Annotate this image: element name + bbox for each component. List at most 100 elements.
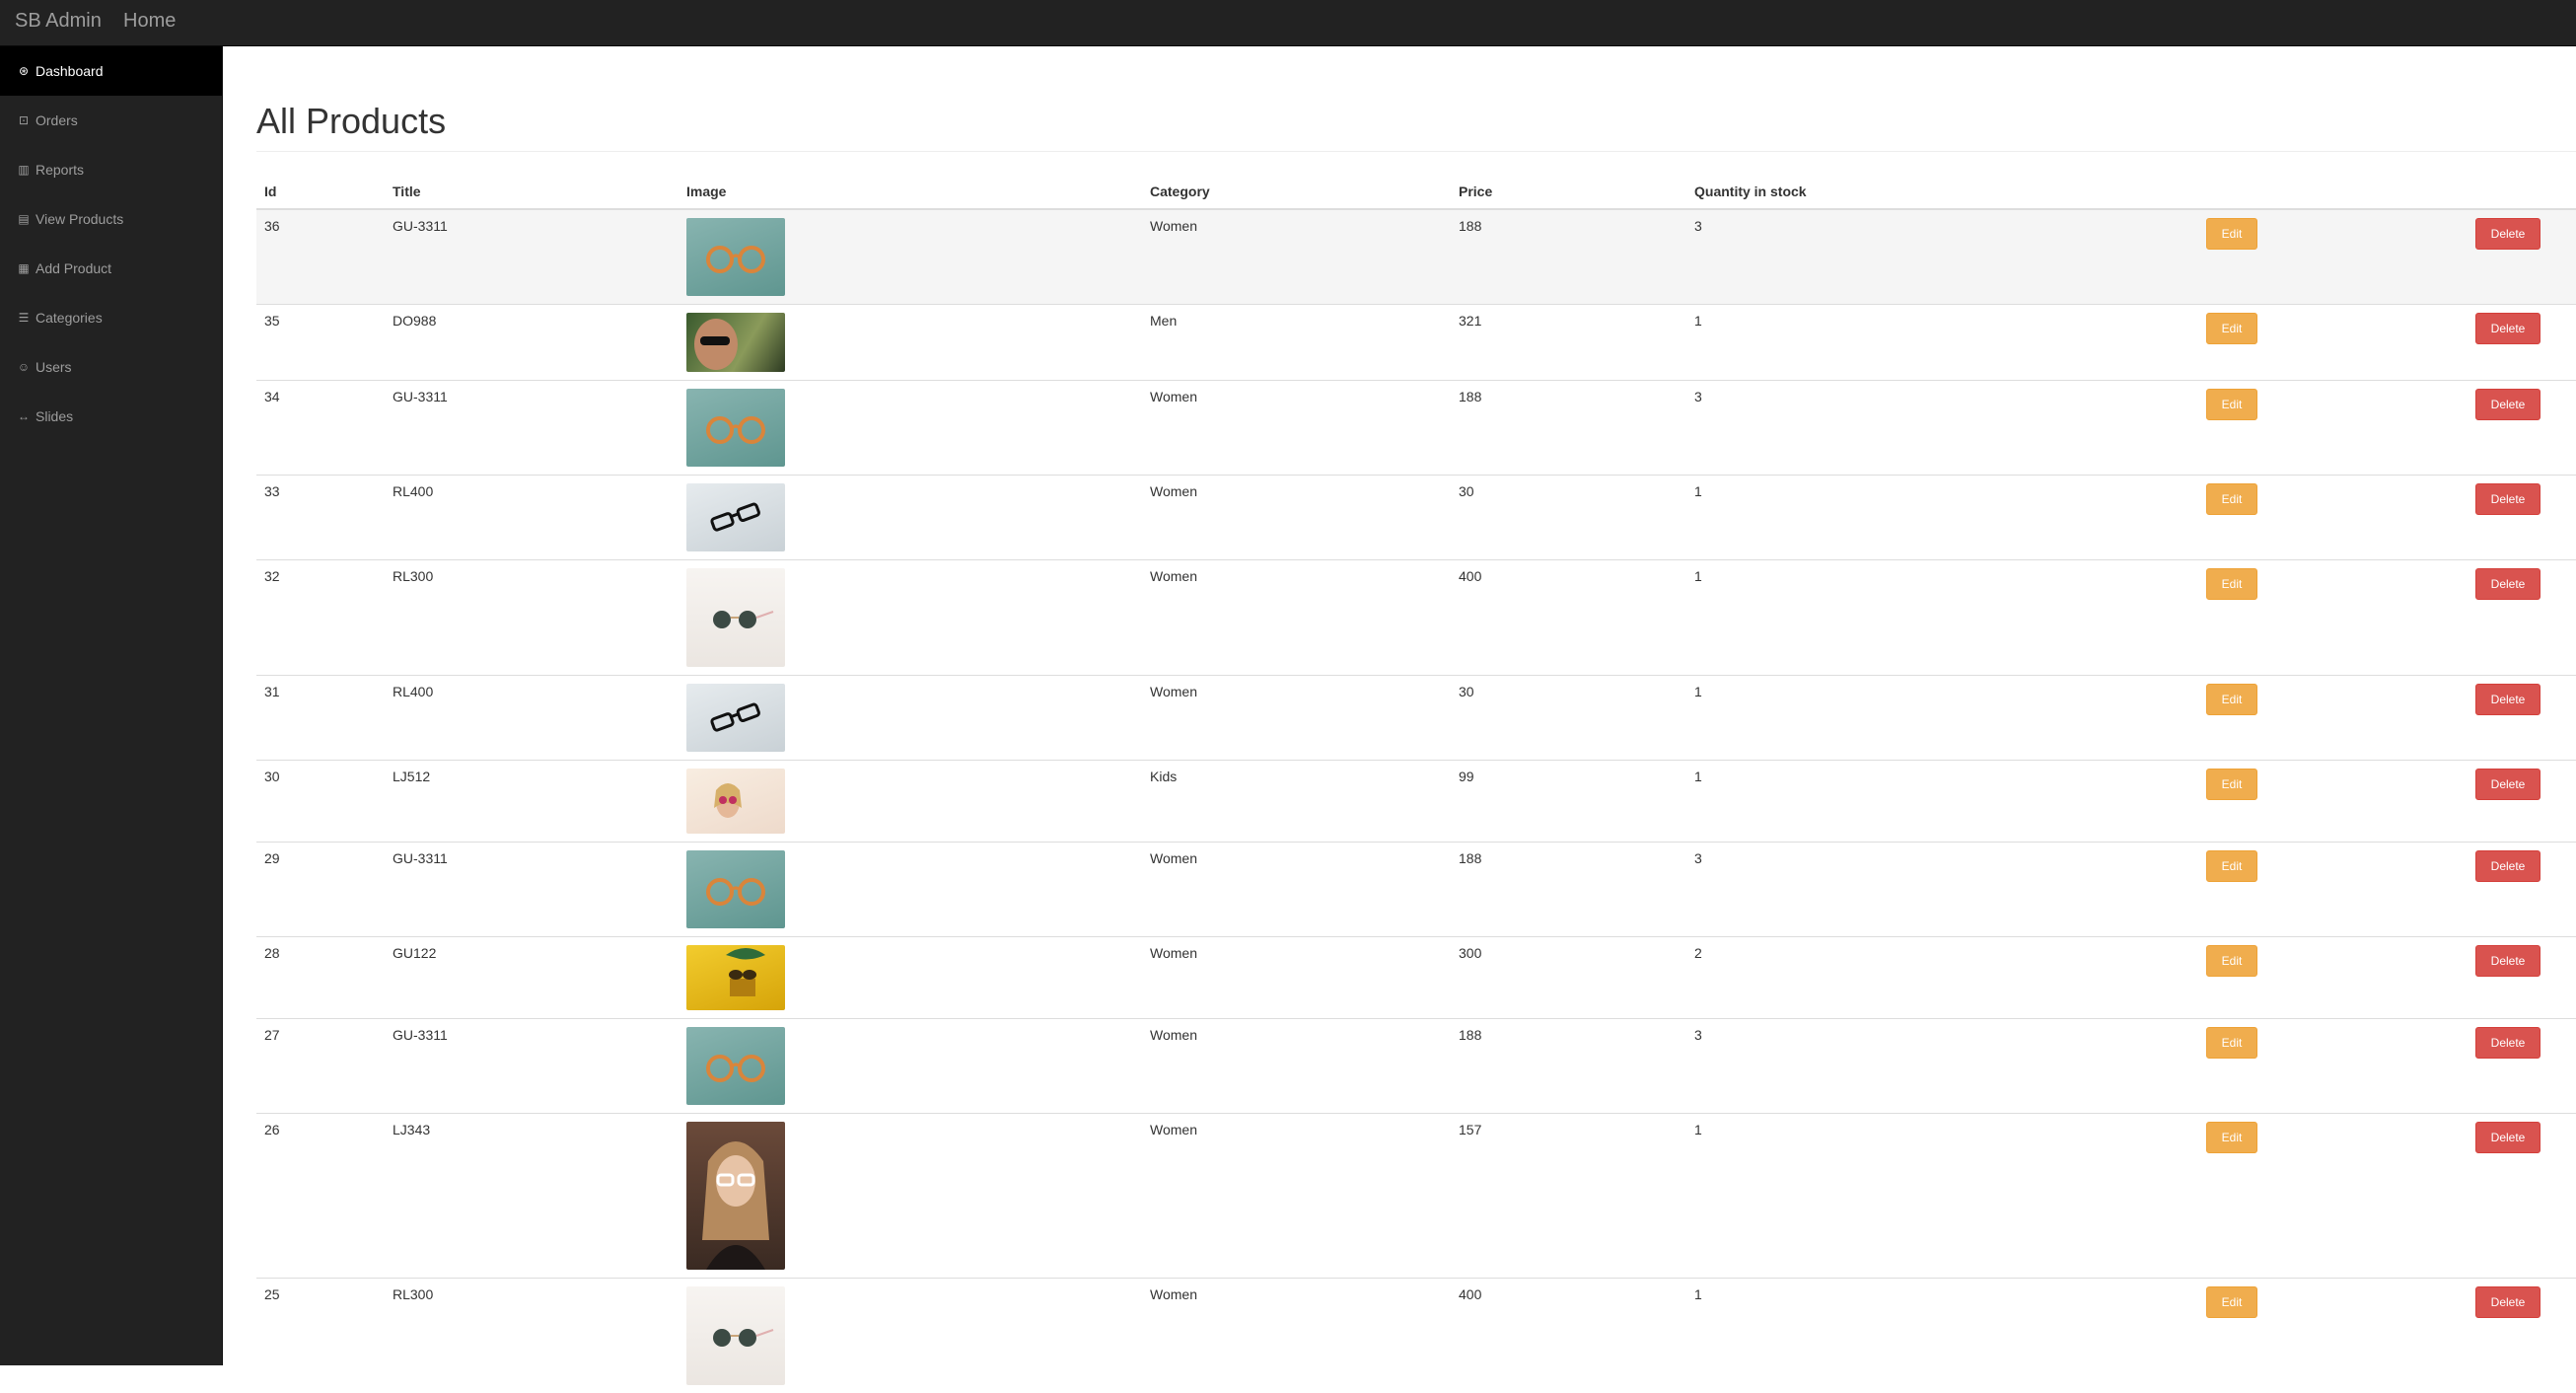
cell-qty: 3 [1686,1019,2198,1114]
cell-delete: Delete [2468,1114,2576,1279]
cell-id: 25 [256,1279,385,1393]
cell-qty: 1 [1686,1114,2198,1279]
cell-id: 35 [256,305,385,381]
cell-delete: Delete [2468,761,2576,843]
arrows-h-icon: ↔ [16,409,32,423]
cell-price: 321 [1451,305,1686,381]
delete-button[interactable]: Delete [2475,945,2540,977]
table-row: 32RL300Women4001EditDelete [256,560,2576,676]
cell-id: 29 [256,843,385,937]
edit-button[interactable]: Edit [2206,483,2257,515]
list-icon: ☰ [16,311,32,325]
cell-qty: 1 [1686,676,2198,761]
edit-button[interactable]: Edit [2206,568,2257,600]
edit-button[interactable]: Edit [2206,850,2257,882]
cell-price: 400 [1451,560,1686,676]
edit-button[interactable]: Edit [2206,684,2257,715]
cell-delete: Delete [2468,676,2576,761]
title-divider [256,151,2576,152]
table-row: 26LJ343Women1571EditDelete [256,1114,2576,1279]
cell-image [679,676,1142,761]
edit-button[interactable]: Edit [2206,389,2257,420]
sidebar-item-reports[interactable]: ▥Reports [0,145,222,194]
column-header-title: Title [385,173,679,209]
cell-title: GU122 [385,937,679,1019]
cell-qty: 1 [1686,305,2198,381]
file-icon: ▤ [16,212,32,226]
product-image [686,945,785,1010]
cell-id: 34 [256,381,385,476]
column-header-id: Id [256,173,385,209]
product-image [686,568,785,667]
table-row: 29GU-3311Women1883EditDelete [256,843,2576,937]
cell-edit: Edit [2198,381,2468,476]
cell-qty: 1 [1686,1279,2198,1393]
cell-edit: Edit [2198,676,2468,761]
delete-button[interactable]: Delete [2475,568,2540,600]
delete-button[interactable]: Delete [2475,313,2540,344]
cell-delete: Delete [2468,476,2576,560]
delete-button[interactable]: Delete [2475,684,2540,715]
sidebar-item-label: Add Product [36,260,111,276]
cell-image [679,761,1142,843]
main-content: All Products Id Title Image Category Pri… [223,46,2576,1365]
edit-button[interactable]: Edit [2206,218,2257,250]
sidebar-item-view-products[interactable]: ▤ View Products [0,194,222,244]
sidebar-item-orders[interactable]: ⊡Orders [0,96,222,145]
inbox-icon: ⊡ [16,113,32,127]
table-row: 30LJ512Kids991EditDelete [256,761,2576,843]
cell-category: Women [1142,1279,1451,1393]
product-image [686,389,785,467]
cell-category: Women [1142,1114,1451,1279]
cell-edit: Edit [2198,476,2468,560]
brand-link[interactable]: SB Admin [15,10,102,33]
delete-button[interactable]: Delete [2475,218,2540,250]
delete-button[interactable]: Delete [2475,850,2540,882]
cell-title: RL400 [385,676,679,761]
delete-button[interactable]: Delete [2475,1286,2540,1318]
cell-edit: Edit [2198,209,2468,305]
delete-button[interactable]: Delete [2475,1122,2540,1153]
sidebar-item-label: Dashboard [36,63,104,79]
cell-edit: Edit [2198,1279,2468,1393]
cell-image [679,560,1142,676]
product-image [686,1286,785,1385]
cell-title: GU-3311 [385,381,679,476]
sidebar-item-add-product[interactable]: ▦ Add Product [0,244,222,293]
cell-category: Women [1142,1019,1451,1114]
cell-price: 30 [1451,676,1686,761]
sidebar-item-label: Reports [36,162,84,178]
sidebar-item-categories[interactable]: ☰Categories [0,293,222,342]
edit-button[interactable]: Edit [2206,1286,2257,1318]
delete-button[interactable]: Delete [2475,483,2540,515]
cell-edit: Edit [2198,761,2468,843]
cell-delete: Delete [2468,209,2576,305]
column-header-price: Price [1451,173,1686,209]
cell-qty: 3 [1686,381,2198,476]
edit-button[interactable]: Edit [2206,769,2257,800]
sidebar-item-dashboard[interactable]: ⊛Dashboard [0,46,222,96]
cell-title: RL300 [385,1279,679,1393]
delete-button[interactable]: Delete [2475,1027,2540,1059]
home-link[interactable]: Home [123,10,176,33]
column-header-category: Category [1142,173,1451,209]
delete-button[interactable]: Delete [2475,389,2540,420]
sidebar-item-users[interactable]: ☺Users [0,342,222,392]
cell-delete: Delete [2468,381,2576,476]
cell-category: Women [1142,381,1451,476]
sidebar-item-label: View Products [36,211,123,227]
product-image [686,313,785,372]
delete-button[interactable]: Delete [2475,769,2540,800]
cell-delete: Delete [2468,560,2576,676]
cell-image [679,381,1142,476]
edit-button[interactable]: Edit [2206,945,2257,977]
edit-button[interactable]: Edit [2206,1027,2257,1059]
edit-button[interactable]: Edit [2206,313,2257,344]
cell-category: Men [1142,305,1451,381]
sidebar-item-slides[interactable]: ↔Slides [0,392,222,441]
cell-id: 33 [256,476,385,560]
edit-button[interactable]: Edit [2206,1122,2257,1153]
cell-image [679,1114,1142,1279]
table-icon: ▦ [16,261,32,275]
cell-delete: Delete [2468,843,2576,937]
